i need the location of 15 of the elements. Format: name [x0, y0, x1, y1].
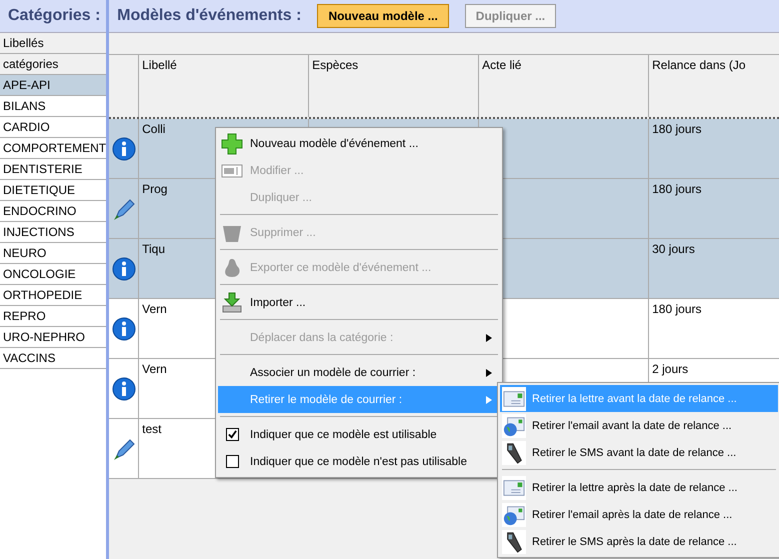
- table-cell: 30 jours: [652, 242, 695, 256]
- table-cell: Colli: [142, 122, 166, 136]
- table-cell: test: [142, 422, 162, 436]
- table-cell: 2 jours: [652, 362, 688, 376]
- table-cell: Prog: [142, 182, 168, 196]
- table-cell: Vern: [142, 302, 167, 316]
- table-cell: Tiqu: [142, 242, 166, 256]
- table-cell: 180 jours: [652, 122, 702, 136]
- panel-title: Catégories :: [8, 7, 100, 25]
- table-cell: 180 jours: [652, 302, 702, 316]
- column-header: Libellés: [0, 33, 106, 54]
- table-cell: 180 jours: [652, 182, 702, 196]
- column-header: catégories: [0, 54, 106, 75]
- panel-title: Modèles d'événements :: [117, 7, 302, 25]
- table-cell: Vern: [142, 362, 167, 376]
